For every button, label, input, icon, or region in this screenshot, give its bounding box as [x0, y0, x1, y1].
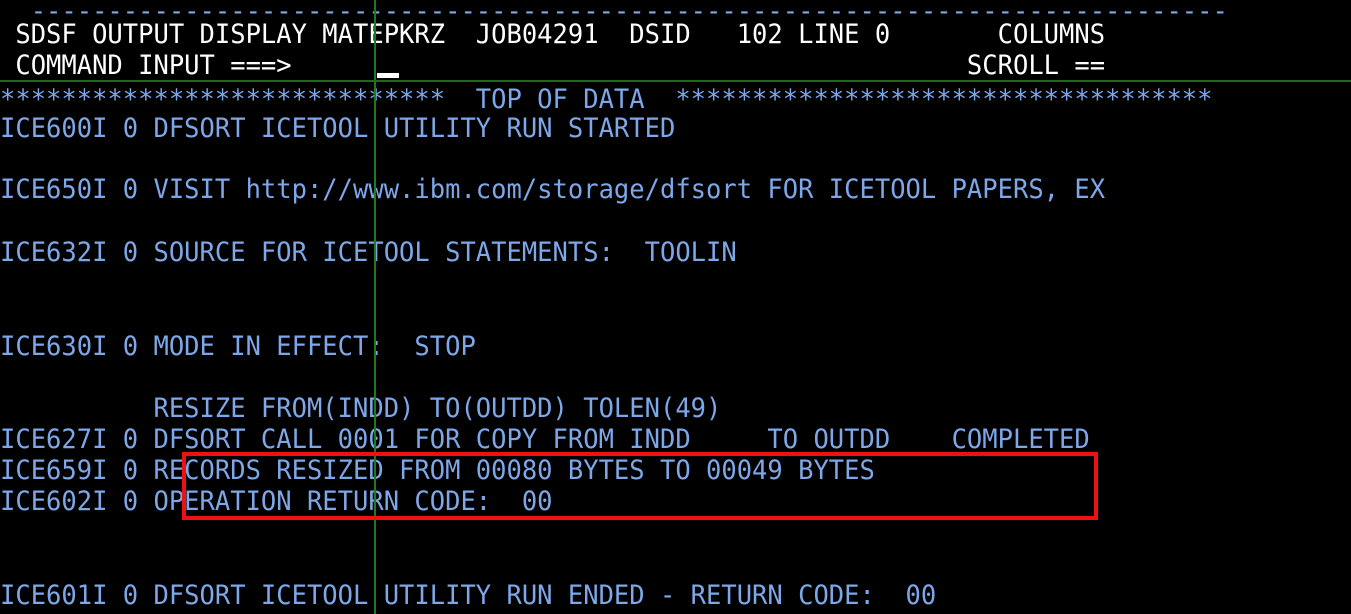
output-line-ice630i: ICE630I 0 MODE IN EFFECT: STOP [0, 331, 476, 362]
output-line-top-of-data: ***************************** TOP OF DAT… [0, 84, 1213, 115]
output-line-ice627i: ICE627I 0 DFSORT CALL 0001 FOR COPY FROM… [0, 424, 1090, 455]
output-line-ice601i: ICE601I 0 DFSORT ICETOOL UTILITY RUN END… [0, 580, 937, 611]
output-line-ice659i: ICE659I 0 RECORDS RESIZED FROM 00080 BYT… [0, 455, 875, 486]
command-input-cursor [377, 73, 399, 78]
output-line-ice632i: ICE632I 0 SOURCE FOR ICETOOL STATEMENTS:… [0, 237, 737, 268]
header-title-line: SDSF OUTPUT DISPLAY MATEPKRZ JOB04291 DS… [0, 19, 1106, 50]
terminal-screen: ----------------------------------------… [0, 0, 1351, 614]
horizontal-guide-line [0, 80, 1351, 82]
command-input-line[interactable]: COMMAND INPUT ===> SCROLL == [0, 50, 1105, 81]
vertical-guide-line [374, 0, 376, 614]
output-line-ice602i: ICE602I 0 OPERATION RETURN CODE: 00 [0, 486, 553, 517]
output-line-resize-statement: RESIZE FROM(INDD) TO(OUTDD) TOLEN(49) [0, 393, 722, 424]
output-line-ice650i: ICE650I 0 VISIT http://www.ibm.com/stora… [0, 174, 1106, 205]
output-line-ice600i: ICE600I 0 DFSORT ICETOOL UTILITY RUN STA… [0, 113, 676, 144]
